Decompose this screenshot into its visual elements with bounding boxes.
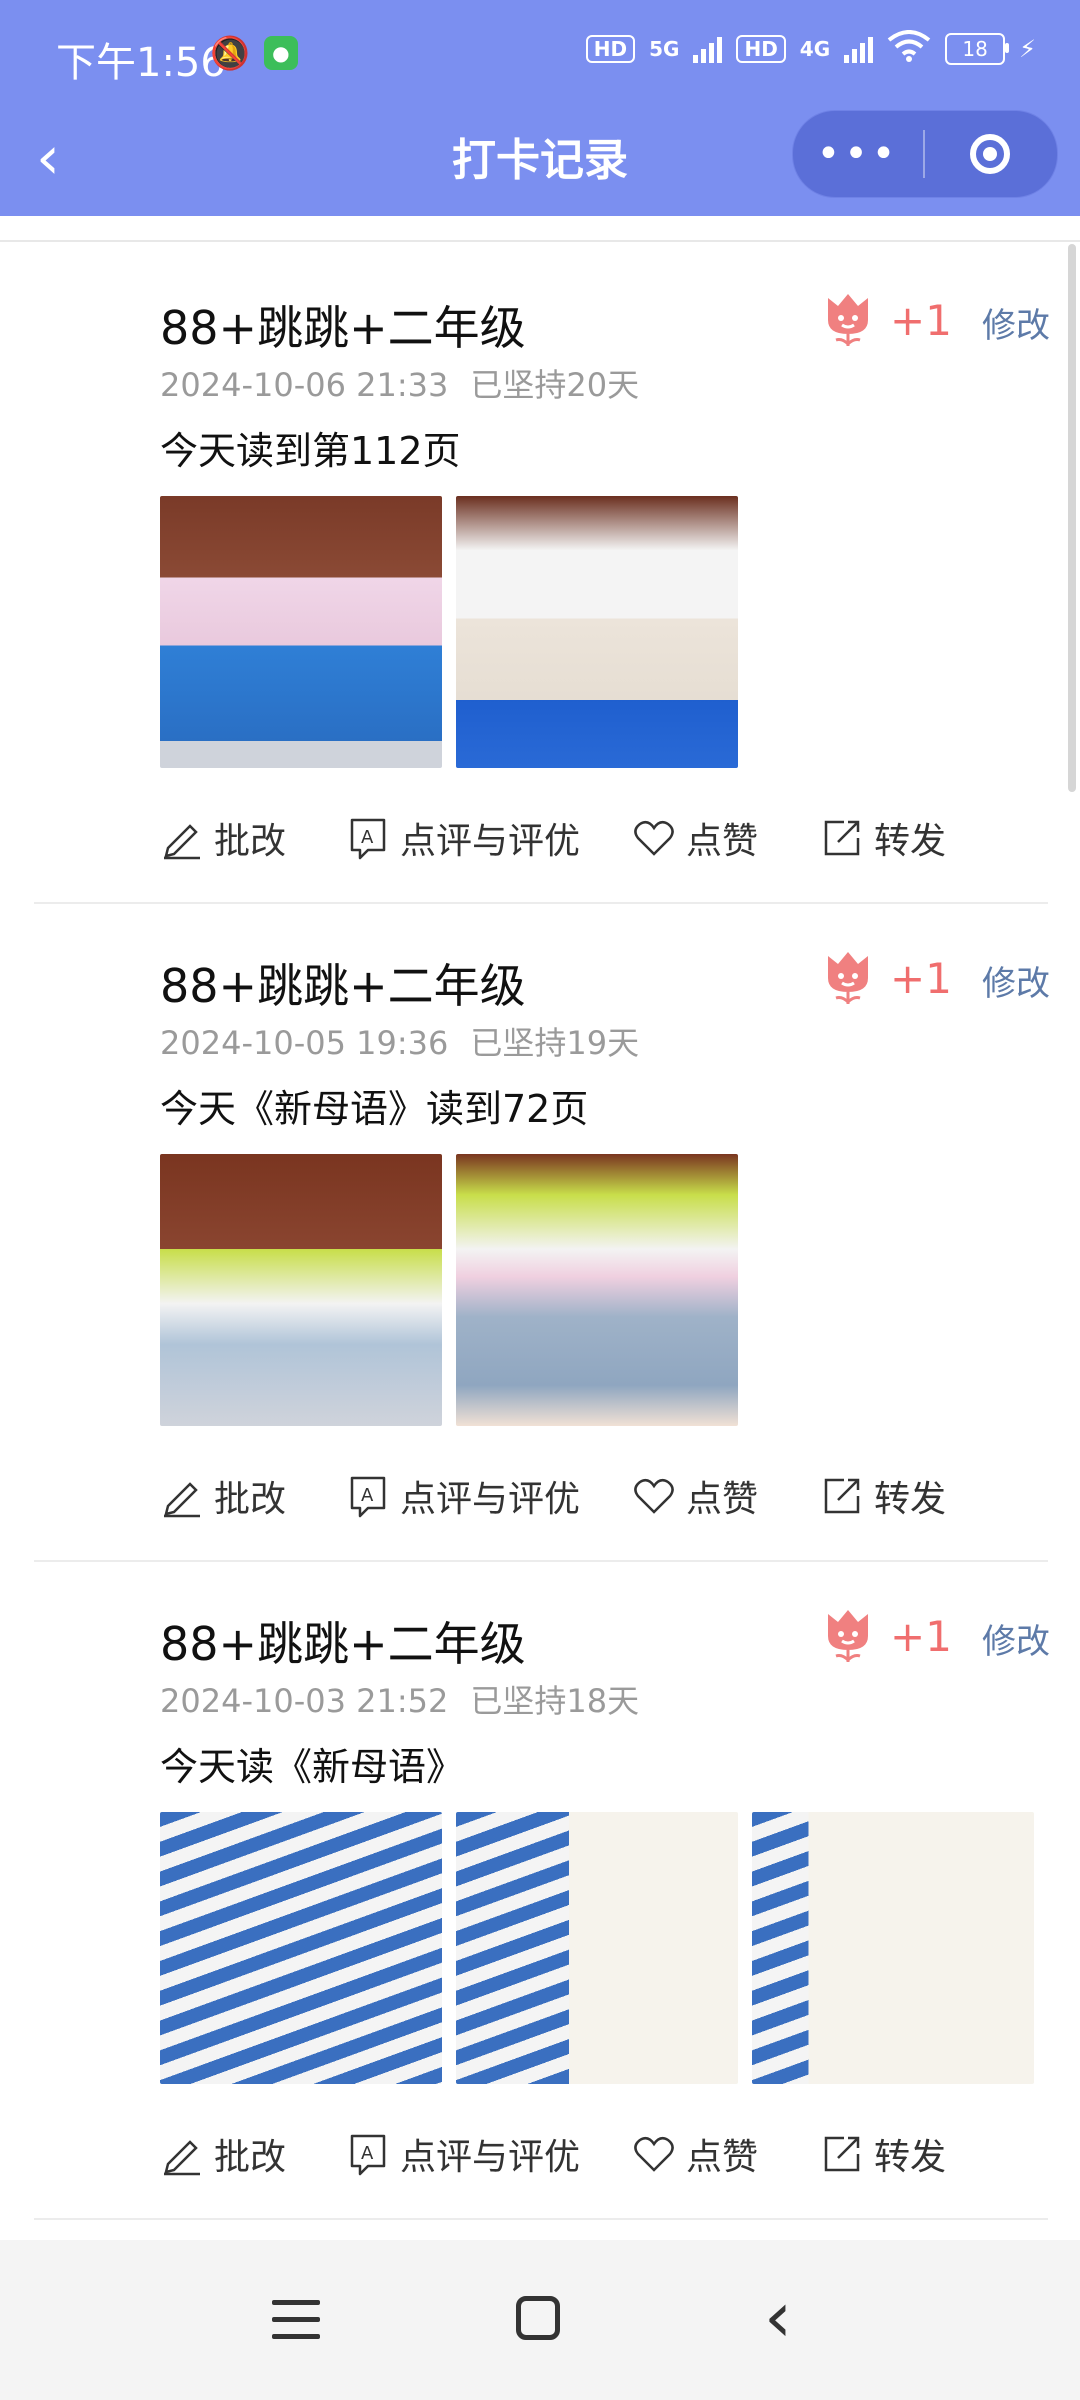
pencil-icon <box>164 824 200 860</box>
status-bar: 下午1:56 🔕 ● HD 5G HD 4G 18 ⚡ <box>0 0 1080 110</box>
flower-reward[interactable]: +1 <box>822 292 952 348</box>
status-time: 下午1:56 <box>56 40 226 86</box>
flower-count: +1 <box>890 295 952 345</box>
entry-streak: 已坚持18天 <box>470 1682 640 1720</box>
heart-icon <box>634 1478 674 1514</box>
home-icon[interactable] <box>516 2296 560 2340</box>
share-icon <box>824 2136 860 2172</box>
mini-program-capsule: ••• <box>792 110 1058 198</box>
svg-text:A: A <box>361 827 374 848</box>
flower-icon <box>828 952 868 1004</box>
entry-datetime: 2024-10-03 21:52 <box>160 1682 449 1720</box>
photo-grid <box>160 1154 738 1426</box>
share-icon <box>824 1478 860 1514</box>
edit-link[interactable]: 修改 <box>982 298 1050 347</box>
correct-button[interactable]: 批改 <box>160 2128 346 2180</box>
photo-grid <box>160 496 738 768</box>
pencil-icon <box>164 1482 200 1518</box>
svg-text:A: A <box>361 2143 374 2164</box>
entry-actions: 批改 A 点评与评优 点赞 转发 <box>160 812 946 864</box>
network-4g-label: 4G <box>799 37 831 61</box>
photo-thumbnail[interactable] <box>456 1812 738 2084</box>
photo-grid <box>160 1812 1034 2084</box>
network-5g-label: 5G <box>649 37 680 61</box>
edit-link[interactable]: 修改 <box>982 956 1050 1005</box>
more-button[interactable]: ••• <box>793 131 923 177</box>
photo-thumbnail[interactable] <box>160 496 442 768</box>
review-button[interactable]: A 点评与评优 <box>346 812 632 864</box>
wifi-icon <box>887 30 931 68</box>
share-icon <box>824 820 860 856</box>
flower-reward[interactable]: +1 <box>822 1608 952 1664</box>
header: ‹ 打卡记录 ••• <box>0 110 1080 216</box>
entry-meta: 2024-10-05 19:36 已坚持19天 <box>160 1018 639 1064</box>
signal-icon <box>693 35 723 63</box>
close-mini-program-button[interactable] <box>925 134 1055 174</box>
svg-text:A: A <box>361 1485 374 1506</box>
review-button[interactable]: A 点评与评优 <box>346 2128 632 2180</box>
target-icon <box>970 134 1010 174</box>
correct-button[interactable]: 批改 <box>160 1470 346 1522</box>
entry-meta: 2024-10-03 21:52 已坚持18天 <box>160 1676 639 1722</box>
heart-icon <box>634 820 674 856</box>
scrollbar[interactable] <box>1068 244 1076 792</box>
entry-datetime: 2024-10-06 21:33 <box>160 366 449 404</box>
hd-badge: HD <box>585 35 636 63</box>
flower-icon <box>828 294 868 346</box>
menu-icon[interactable] <box>272 2300 320 2351</box>
photo-thumbnail[interactable] <box>752 1812 1034 2084</box>
review-icon: A <box>350 2134 386 2176</box>
share-button[interactable]: 转发 <box>820 2128 946 2180</box>
correct-button[interactable]: 批改 <box>160 812 346 864</box>
battery-icon: 18 <box>945 33 1010 65</box>
heart-icon <box>634 2136 674 2172</box>
pencil-icon <box>164 2140 200 2176</box>
entry-datetime: 2024-10-05 19:36 <box>160 1024 449 1062</box>
entry-streak: 已坚持20天 <box>470 366 640 404</box>
entry-text: 今天《新母语》读到72页 <box>160 1087 589 1131</box>
share-button[interactable]: 转发 <box>820 812 946 864</box>
like-button[interactable]: 点赞 <box>632 1470 820 1522</box>
charging-icon: ⚡ <box>1019 35 1036 63</box>
photo-thumbnail[interactable] <box>160 1154 442 1426</box>
entry-meta: 2024-10-06 21:33 已坚持20天 <box>160 360 639 406</box>
entry-text: 今天读《新母语》 <box>160 1745 465 1789</box>
entry-text: 今天读到第112页 <box>160 429 461 473</box>
hd-badge: HD <box>736 35 786 63</box>
photo-thumbnail[interactable] <box>456 1154 738 1426</box>
photo-thumbnail[interactable] <box>160 1812 442 2084</box>
photo-thumbnail[interactable] <box>456 496 738 768</box>
flower-count: +1 <box>890 953 952 1003</box>
top-bar: 下午1:56 🔕 ● HD 5G HD 4G 18 ⚡ ‹ 打卡记录 ••• <box>0 0 1080 216</box>
entry-title: 88+跳跳+二年级 <box>160 1617 526 1671</box>
like-button[interactable]: 点赞 <box>632 2128 820 2180</box>
entry-title: 88+跳跳+二年级 <box>160 301 526 355</box>
flower-count: +1 <box>890 1611 952 1661</box>
entry-title: 88+跳跳+二年级 <box>160 959 526 1013</box>
review-icon: A <box>350 1476 386 1518</box>
entry-streak: 已坚持19天 <box>470 1024 640 1062</box>
system-navigation-bar: ‹ <box>0 2240 1080 2400</box>
flower-icon <box>828 1610 868 1662</box>
like-button[interactable]: 点赞 <box>632 812 820 864</box>
share-button[interactable]: 转发 <box>820 1470 946 1522</box>
bell-mute-icon: 🔕 <box>210 34 250 72</box>
app-notification-icon: ● <box>263 36 298 70</box>
review-button[interactable]: A 点评与评优 <box>346 1470 632 1522</box>
entry-actions: 批改 A 点评与评优 点赞 转发 <box>160 1470 946 1522</box>
entry-actions: 批改 A 点评与评优 点赞 转发 <box>160 2128 946 2180</box>
signal-icon <box>844 35 874 63</box>
review-icon: A <box>350 818 386 860</box>
back-nav-icon[interactable]: ‹ <box>764 2282 792 2352</box>
flower-reward[interactable]: +1 <box>822 950 952 1006</box>
edit-link[interactable]: 修改 <box>982 1614 1050 1663</box>
